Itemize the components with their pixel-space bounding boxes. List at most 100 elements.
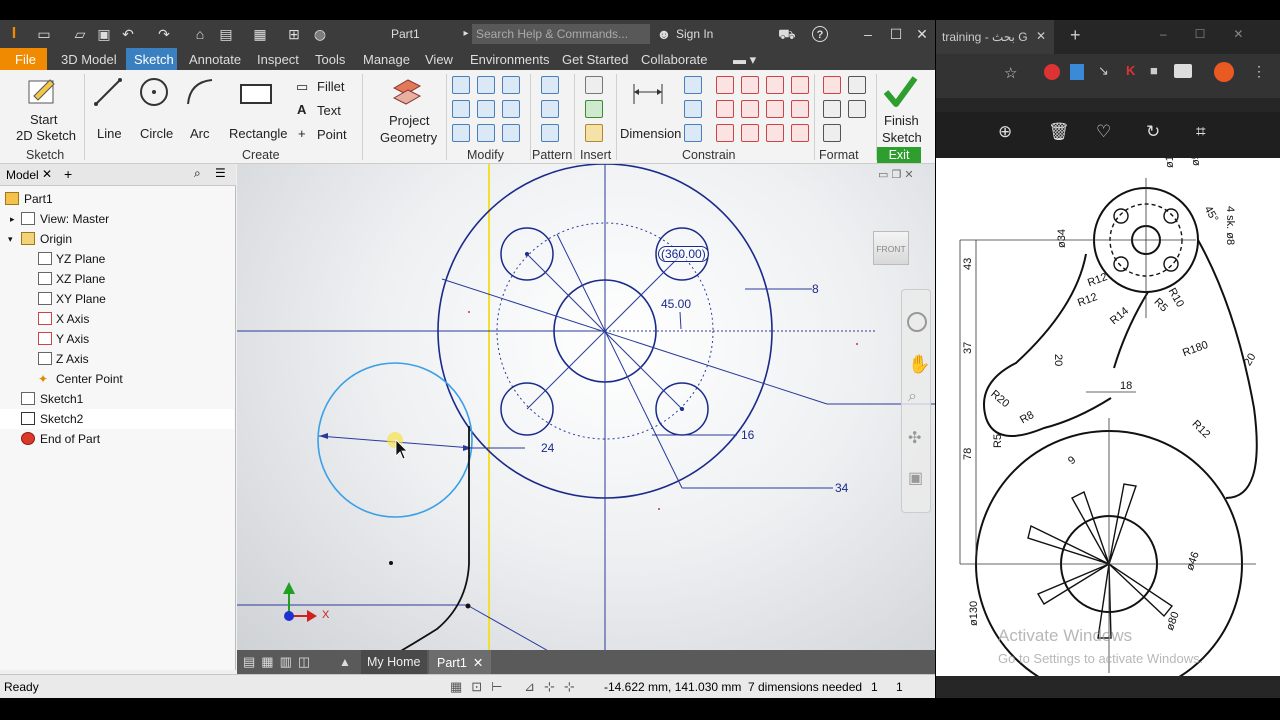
show-constraints-icon[interactable] [684, 100, 702, 118]
tree-item-sketch2[interactable]: Sketch2 [0, 409, 234, 429]
tile-windows-icon[interactable]: ▤▦▥◫ [243, 654, 316, 670]
rectangle-icon[interactable] [238, 82, 274, 106]
help-icon[interactable]: ? [812, 26, 828, 42]
search-input[interactable]: Search Help & Commands... [472, 24, 650, 44]
tree-item-xy-plane[interactable]: XY Plane [0, 289, 234, 309]
project-icon[interactable]: ▤ [218, 26, 234, 42]
tree-item-x-axis[interactable]: X Axis [0, 309, 234, 329]
start-sketch-label1[interactable]: Start [30, 112, 57, 127]
image-icon[interactable] [585, 76, 603, 94]
text-icon[interactable]: A [297, 102, 306, 117]
construction-icon[interactable] [823, 76, 841, 94]
scale-icon[interactable] [502, 76, 520, 94]
user-icon[interactable]: ☻ [656, 26, 672, 42]
rotate-icon[interactable]: ↻ [1146, 122, 1160, 142]
tree-item-center-point[interactable]: ✦ Center Point [0, 369, 234, 389]
viewcube[interactable]: FRONT [873, 231, 909, 265]
rectangle-button[interactable]: Rectangle [229, 126, 288, 141]
tree-item-part1[interactable]: Part1 [0, 189, 234, 209]
extension-icon[interactable]: K [1126, 63, 1135, 78]
constrain-panel-label[interactable]: Constrain [682, 148, 736, 162]
start-sketch-icon[interactable] [26, 76, 60, 108]
parallel-icon[interactable] [716, 100, 734, 118]
tree-item-view-master[interactable]: ▸ View: Master [0, 209, 234, 229]
coincident-icon[interactable] [741, 100, 759, 118]
open-folder-icon[interactable]: ▱ [72, 26, 88, 42]
point-icon[interactable]: + [298, 126, 306, 141]
project-geometry-label1[interactable]: Project [389, 113, 429, 128]
driven-dimension-icon[interactable] [848, 100, 866, 118]
close-icon[interactable]: ✕ [914, 26, 930, 42]
tree-item-origin[interactable]: ▾ Origin [0, 229, 234, 249]
fix-icon[interactable] [791, 76, 809, 94]
dimension-8[interactable]: 8 [812, 282, 819, 296]
extension-icon[interactable]: ↘ [1098, 63, 1109, 79]
extension-icon[interactable] [1070, 64, 1084, 80]
circular-pattern-icon[interactable] [541, 100, 559, 118]
orbit-icon[interactable]: ✣ [908, 428, 921, 448]
tab-list-icon[interactable]: ▲ [339, 655, 351, 669]
sign-in-link[interactable]: Sign In [676, 27, 713, 41]
save-icon[interactable]: ▣ [96, 26, 112, 42]
acad-icon[interactable] [585, 124, 603, 142]
symmetric-icon[interactable] [766, 124, 784, 142]
tab-environments[interactable]: Environments [470, 52, 549, 67]
horizontal-icon[interactable] [766, 100, 784, 118]
redo-icon[interactable]: ↷ [156, 26, 172, 42]
more-icon[interactable]: ⋮ [1252, 63, 1266, 80]
maximize-icon[interactable]: ☐ [888, 26, 904, 42]
tree-item-z-axis[interactable]: Z Axis [0, 349, 234, 369]
line-button[interactable]: Line [97, 126, 122, 141]
tab-tools[interactable]: Tools [315, 52, 345, 67]
points-icon[interactable] [585, 100, 603, 118]
update-icon[interactable]: ▦ [252, 26, 268, 42]
steering-wheel-icon[interactable] [907, 312, 927, 332]
concentric-icon[interactable] [766, 76, 784, 94]
circle-button[interactable]: Circle [140, 126, 173, 141]
dimension-24[interactable]: 24 [541, 441, 554, 455]
tab-get-started[interactable]: Get Started [562, 52, 628, 67]
centerline-icon[interactable] [848, 76, 866, 94]
inventor-logo-icon[interactable]: I [6, 26, 22, 42]
tab-inspect[interactable]: Inspect [257, 52, 299, 67]
text-button[interactable]: Text [317, 103, 341, 118]
delete-icon[interactable]: 🗑 [1048, 122, 1070, 142]
heart-icon[interactable]: ♡ [1096, 122, 1111, 142]
crop-icon[interactable]: ⌗ [1196, 122, 1206, 142]
project-geometry-icon[interactable] [390, 76, 424, 108]
avatar[interactable] [1214, 62, 1234, 82]
rotate-icon[interactable] [452, 124, 470, 142]
tree-item-end-of-part[interactable]: End of Part [0, 429, 234, 449]
zoom-icon[interactable]: ⌕ [908, 388, 917, 406]
pan-icon[interactable]: ✋ [908, 354, 930, 375]
tab-manage[interactable]: Manage [363, 52, 410, 67]
new-tab-icon[interactable]: + [1070, 25, 1081, 46]
stretch-icon[interactable] [502, 100, 520, 118]
arc-icon[interactable] [184, 76, 216, 108]
new-file-icon[interactable]: ▭ [36, 26, 52, 42]
window-controls[interactable]: –☐✕ [1160, 27, 1272, 41]
equal-icon[interactable] [791, 124, 809, 142]
arc-button[interactable]: Arc [190, 126, 210, 141]
rectangular-pattern-icon[interactable] [541, 76, 559, 94]
tree-item-sketch1[interactable]: Sketch1 [0, 389, 234, 409]
relax-icon[interactable] [684, 124, 702, 142]
extend-icon[interactable] [477, 100, 495, 118]
sketch-canvas[interactable]: (360.00) 45.00 8 16 34 24 X ▭ ❐ ✕ FRONT … [237, 164, 935, 670]
dimension-45[interactable]: 45.00 [661, 297, 691, 311]
mirror-icon[interactable] [541, 124, 559, 142]
ribbon-options-icon[interactable]: ▬ ▾ [733, 52, 756, 68]
extension-icon[interactable]: ■ [1150, 63, 1158, 78]
browser-tab[interactable]: training - بحث G ✕ [936, 20, 1054, 54]
minimize-icon[interactable]: – [860, 26, 876, 42]
undo-icon[interactable]: ↶ [120, 26, 136, 42]
line-icon[interactable] [92, 76, 124, 108]
tree-item-y-axis[interactable]: Y Axis [0, 329, 234, 349]
circle-icon[interactable] [138, 76, 170, 108]
minimize-icon[interactable]: ▭ ❐ ✕ [878, 168, 914, 181]
cart-icon[interactable]: ⛟ [778, 26, 796, 42]
search-icon[interactable]: ⌕ [194, 166, 201, 181]
trim-icon[interactable] [477, 76, 495, 94]
status-toolbar-icons[interactable]: ▦⊡⊢ ⊿⊹⊹ [450, 679, 584, 695]
look-at-icon[interactable]: ▣ [908, 468, 923, 488]
